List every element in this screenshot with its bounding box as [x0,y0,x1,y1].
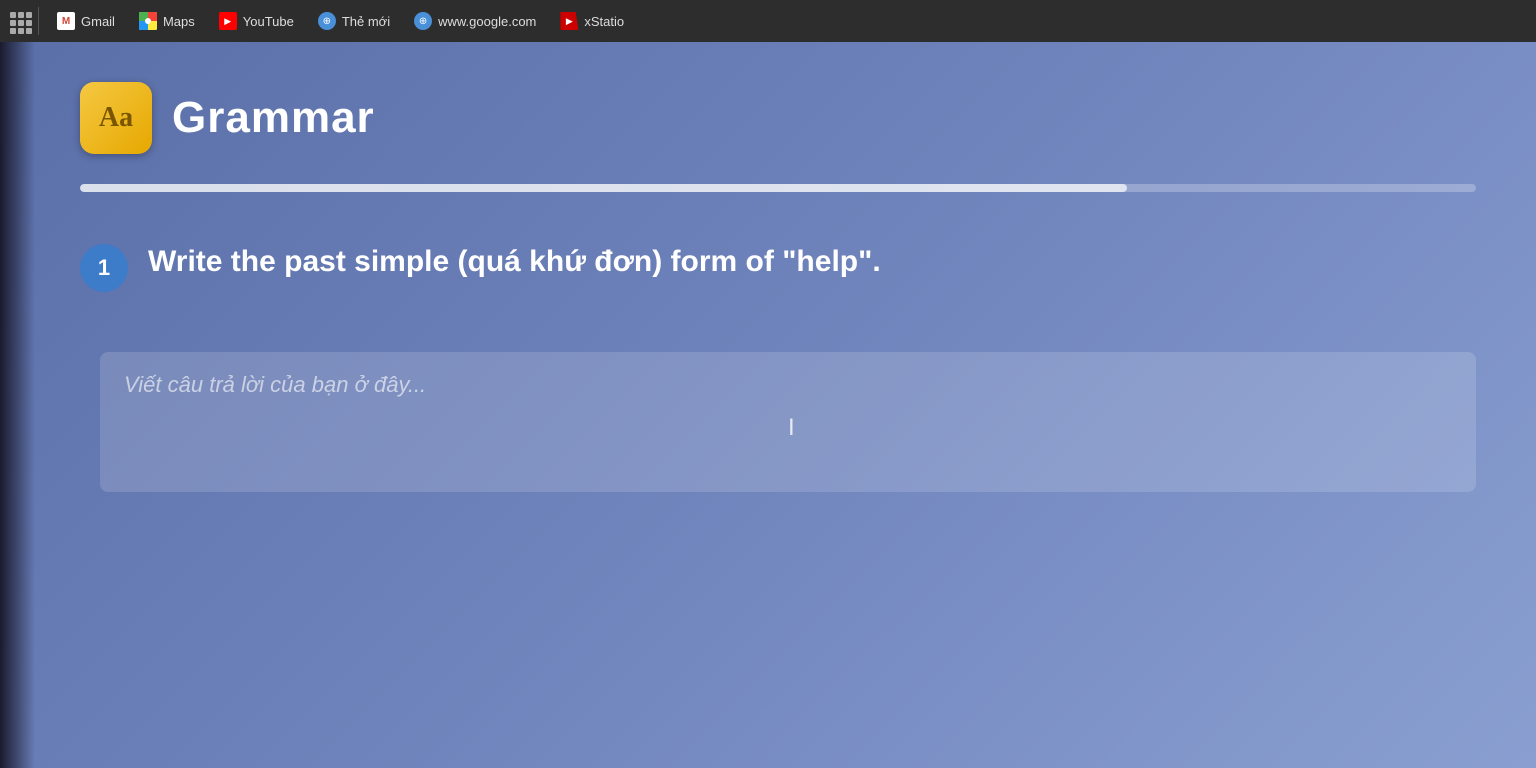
tab-youtube-label: YouTube [243,14,294,29]
answer-input-area[interactable]: Viết câu trả lời của bạn ở đây... I [100,352,1476,492]
tab-the-moi[interactable]: ⊕ Thẻ mới [308,8,400,34]
question-section: 1 Write the past simple (quá khứ đơn) fo… [80,242,1476,492]
gmail-icon: M [57,12,75,30]
apps-grid-icon[interactable] [8,10,30,32]
browser-toolbar: M Gmail Maps ▶ YouTube ⊕ Thẻ mới ⊕ www.g… [0,0,1536,42]
tab-gmail-label: Gmail [81,14,115,29]
answer-placeholder: Viết câu trả lời của bạn ở đây... [124,372,426,397]
globe-icon-1: ⊕ [318,12,336,30]
tab-youtube[interactable]: ▶ YouTube [209,8,304,34]
tab-google-label: www.google.com [438,14,536,29]
grammar-header: Aa Grammar [80,82,1476,154]
tab-maps[interactable]: Maps [129,8,205,34]
xstation-icon: ▶ [560,12,578,30]
grammar-title: Grammar [172,93,375,143]
main-content: Aa Grammar 1 Write the past simple (quá … [0,42,1536,768]
globe-icon-2: ⊕ [414,12,432,30]
tab-google[interactable]: ⊕ www.google.com [404,8,546,34]
tab-xstation[interactable]: ▶ xStatio [550,8,634,34]
grammar-icon-text: Aa [99,102,133,134]
grammar-icon: Aa [80,82,152,154]
tab-gmail[interactable]: M Gmail [47,8,125,34]
question-text: Write the past simple (quá khứ đơn) form… [148,242,881,281]
progress-bar-container [80,184,1476,192]
left-edge-shadow [0,42,35,768]
progress-bar-fill [80,184,1127,192]
text-cursor: I [788,414,795,442]
maps-icon [139,12,157,30]
tab-maps-label: Maps [163,14,195,29]
tab-the-moi-label: Thẻ mới [342,14,390,29]
question-row: 1 Write the past simple (quá khứ đơn) fo… [80,242,1476,292]
youtube-icon: ▶ [219,12,237,30]
toolbar-divider [38,7,39,35]
tab-xstation-label: xStatio [584,14,624,29]
question-number: 1 [80,244,128,292]
